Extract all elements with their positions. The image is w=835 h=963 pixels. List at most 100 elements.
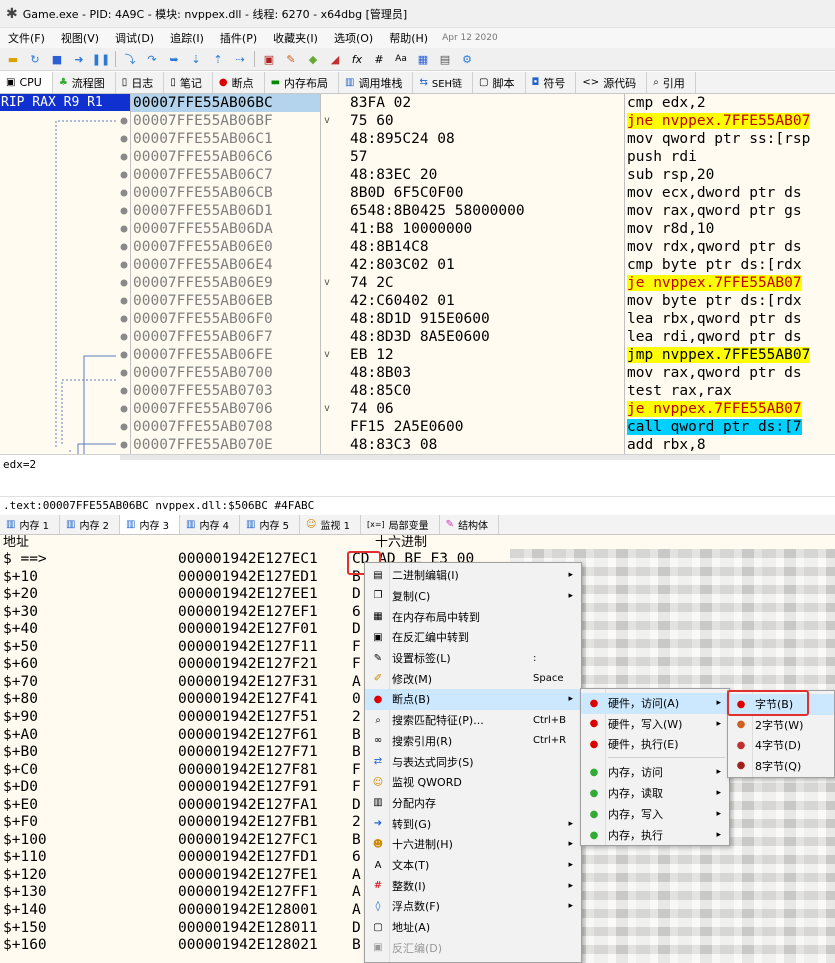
context-menu-item[interactable]: ☻ 十六进制(H) ▸ <box>365 834 581 855</box>
breakpoint-submenu-item[interactable]: ● 硬件，访问(A) ▸ <box>581 693 729 714</box>
run-icon[interactable]: ➜ <box>71 51 87 67</box>
context-menu-item[interactable]: ⌕ 搜索匹配特征(P)... Ctrl+B <box>365 710 581 731</box>
label-icon[interactable]: ◢ <box>327 51 343 67</box>
disasm-row[interactable]: 00007FFE55AB06FE v EB 12 jmp nvppex.7FFE55A… <box>130 346 835 364</box>
tab-dump-3[interactable]: ▥ 内存 3 <box>120 515 180 534</box>
scylla-icon[interactable]: ▣ <box>261 51 277 67</box>
context-menu-item[interactable]: # 整数(I) ▸ <box>365 876 581 897</box>
tab-cpu[interactable]: ▣ CPU <box>0 72 53 93</box>
tab-seh[interactable]: ⇆ SEH链 <box>413 72 474 93</box>
menu-plugins[interactable]: 插件(P) <box>212 30 265 46</box>
context-menu-item[interactable]: ❐ 复制(C) ▸ <box>365 586 581 607</box>
context-menu-item[interactable]: ∞ 搜索引用(R) Ctrl+R <box>365 731 581 752</box>
tab-memory-map[interactable]: ▬ 内存布局 <box>265 72 340 93</box>
tab-references[interactable]: ⌕ 引用 <box>647 72 696 93</box>
execute-till-return-icon[interactable]: ⇡ <box>210 51 226 67</box>
tab-log[interactable]: ▯ 日志 <box>116 72 165 93</box>
context-menu-item[interactable]: ▦ 在内存布局中转到 <box>365 606 581 627</box>
tab-dump-4[interactable]: ▥ 内存 4 <box>180 515 240 534</box>
hash-icon[interactable]: # <box>371 51 387 67</box>
horizontal-scrollbar[interactable] <box>120 455 720 460</box>
disasm-row[interactable]: 00007FFE55AB06BF v 75 60 jne nvppex.7FFE55A… <box>130 112 835 130</box>
context-menu-item[interactable]: ✐ 修改(M) Space <box>365 669 581 690</box>
font-icon[interactable]: Aa <box>393 51 409 67</box>
byte-size-option[interactable]: ● 8字节(Q) <box>728 756 834 777</box>
breakpoint-submenu-item[interactable]: ● 硬件，写入(W) ▸ <box>581 714 729 735</box>
disasm-row[interactable]: 00007FFE55AB06C7 48:83EC 20 sub rsp,20 <box>130 166 835 184</box>
run-to-user-code-icon[interactable]: ⇢ <box>232 51 248 67</box>
context-menu-item[interactable]: ✎ 设置标签(L): <box>365 648 581 669</box>
disasm-row[interactable]: 00007FFE55AB070E 48:83C3 08 add rbx,8 <box>130 436 835 454</box>
menu-help[interactable]: 帮助(H) <box>381 30 436 46</box>
disasm-row[interactable]: 00007FFE55AB0703 48:85C0 test rax,rax <box>130 382 835 400</box>
restart-icon[interactable]: ↻ <box>27 51 43 67</box>
context-menu-item[interactable]: ▥ 分配内存 <box>365 793 581 814</box>
disasm-row[interactable]: 00007FFE55AB06F0 48:8D1D 915E0600 lea rbx,… <box>130 310 835 328</box>
byte-size-option[interactable]: ● 4字节(D) <box>728 735 834 756</box>
tab-script[interactable]: ▢ 脚本 <box>473 72 526 93</box>
disasm-row[interactable]: 00007FFE55AB06C1 48:895C24 08 mov qword pt… <box>130 130 835 148</box>
disasm-row[interactable]: 00007FFE55AB0708 FF15 2A5E0600 call qword … <box>130 418 835 436</box>
disassembly-view[interactable]: RIP RAX R9 R1 00007FFE55AB06BC 83FA 02 cmp… <box>0 94 835 454</box>
tab-breakpoints[interactable]: ● 断点 <box>213 72 265 93</box>
menu-favourites[interactable]: 收藏夹(I) <box>265 30 326 46</box>
pause-icon[interactable]: ❚❚ <box>92 51 110 67</box>
disasm-row[interactable]: 00007FFE55AB06E9 v 74 2C je nvppex.7FFE55AB… <box>130 274 835 292</box>
context-menu-item[interactable]: ⇄ 与表达式同步(S) <box>365 751 581 772</box>
disasm-row[interactable]: 00007FFE55AB06C6 57 push rdi <box>130 148 835 166</box>
disasm-row[interactable]: 00007FFE55AB06CB 8B0D 6F5C0F00 mov ecx,dwo… <box>130 184 835 202</box>
tab-struct[interactable]: ✎ 结构体 <box>440 515 500 534</box>
context-menu-item[interactable]: ▣ 反汇编(D) <box>365 938 581 959</box>
settings-icon[interactable]: ⚙ <box>459 51 475 67</box>
disasm-row[interactable]: 00007FFE55AB06E0 48:8B14C8 mov rdx,qword p… <box>130 238 835 256</box>
breakpoint-submenu-item[interactable]: ● 硬件，执行(E) <box>581 734 729 755</box>
breakpoint-submenu-item[interactable]: ● 内存，写入 ▸ <box>581 804 729 825</box>
stop-icon[interactable]: ■ <box>49 51 65 67</box>
trace-into-icon[interactable]: ➥ <box>166 51 182 67</box>
tab-dump-5[interactable]: ▥ 内存 5 <box>240 515 300 534</box>
disasm-row[interactable]: 00007FFE55AB0706 v 74 06 je nvppex.7FFE55AB… <box>130 400 835 418</box>
calculator-icon[interactable]: ▦ <box>415 51 431 67</box>
breakpoint-submenu-item[interactable]: ● 内存，访问 ▸ <box>581 762 729 783</box>
function-icon[interactable]: fx <box>349 51 365 67</box>
context-menu-item[interactable]: ● 断点(B) ▸ <box>365 689 581 710</box>
menu-file[interactable]: 文件(F) <box>0 30 53 46</box>
context-menu-item[interactable]: ☺ 监视 QWORD <box>365 772 581 793</box>
disasm-row[interactable]: 00007FFE55AB06DA 41:B8 10000000 mov r8d,10 <box>130 220 835 238</box>
disasm-row[interactable]: 00007FFE55AB0700 48:8B03 mov rax,qword ptr… <box>130 364 835 382</box>
tab-watch-1[interactable]: ☺ 监视 1 <box>300 515 361 534</box>
menu-view[interactable]: 视图(V) <box>53 30 107 46</box>
context-menu-item[interactable]: A 文本(T) ▸ <box>365 855 581 876</box>
menu-trace[interactable]: 追踪(I) <box>162 30 212 46</box>
tab-graph[interactable]: ♣ 流程图 <box>53 72 116 93</box>
tab-dump-1[interactable]: ▥ 内存 1 <box>0 515 60 534</box>
trace-over-icon[interactable]: ⇣ <box>188 51 204 67</box>
tab-source[interactable]: <> 源代码 <box>576 72 648 93</box>
tab-notes[interactable]: ▯ 笔记 <box>164 72 213 93</box>
tab-call-stack[interactable]: ▥ 调用堆栈 <box>339 72 414 93</box>
tab-locals[interactable]: [x=] 局部变量 <box>361 515 440 534</box>
breakpoint-submenu-item[interactable]: ● 内存，读取 ▸ <box>581 783 729 804</box>
breakpoint-submenu-item[interactable]: ● 内存，执行 ▸ <box>581 825 729 846</box>
disasm-row[interactable]: 00007FFE55AB06BC 83FA 02 cmp edx,2 <box>130 94 835 112</box>
menu-debug[interactable]: 调试(D) <box>107 30 162 46</box>
step-over-icon[interactable]: ↷ <box>144 51 160 67</box>
open-icon[interactable]: ▬ <box>5 51 21 67</box>
context-menu-item[interactable]: ▤ 二进制编辑(I) ▸ <box>365 565 581 586</box>
disasm-row[interactable]: 00007FFE55AB06F7 48:8D3D 8A5E0600 lea rdi,… <box>130 328 835 346</box>
comment-icon[interactable]: ◆ <box>305 51 321 67</box>
tab-symbols[interactable]: ◘ 符号 <box>526 72 577 93</box>
context-menu-item[interactable]: ➜ 转到(G) ▸ <box>365 813 581 834</box>
disasm-row[interactable]: 00007FFE55AB06E4 42:803C02 01 cmp byte ptr… <box>130 256 835 274</box>
notepad-icon[interactable]: ▤ <box>437 51 453 67</box>
context-menu-item[interactable]: ▢ 地址(A) <box>365 917 581 938</box>
context-menu-item[interactable]: ◊ 浮点数(F) ▸ <box>365 896 581 917</box>
context-menu-item[interactable]: ▣ 在反汇编中转到 <box>365 627 581 648</box>
menu-options[interactable]: 选项(O) <box>326 30 381 46</box>
disasm-row[interactable]: 00007FFE55AB06D1 6548:8B0425 58000000 mov … <box>130 202 835 220</box>
patch-icon[interactable]: ✎ <box>283 51 299 67</box>
byte-size-option[interactable]: ● 2字节(W) <box>728 715 834 736</box>
step-into-icon[interactable]: ⤵ <box>122 51 138 67</box>
tab-dump-2[interactable]: ▥ 内存 2 <box>60 515 120 534</box>
disasm-row[interactable]: 00007FFE55AB06EB 42:C60402 01 mov byte ptr… <box>130 292 835 310</box>
